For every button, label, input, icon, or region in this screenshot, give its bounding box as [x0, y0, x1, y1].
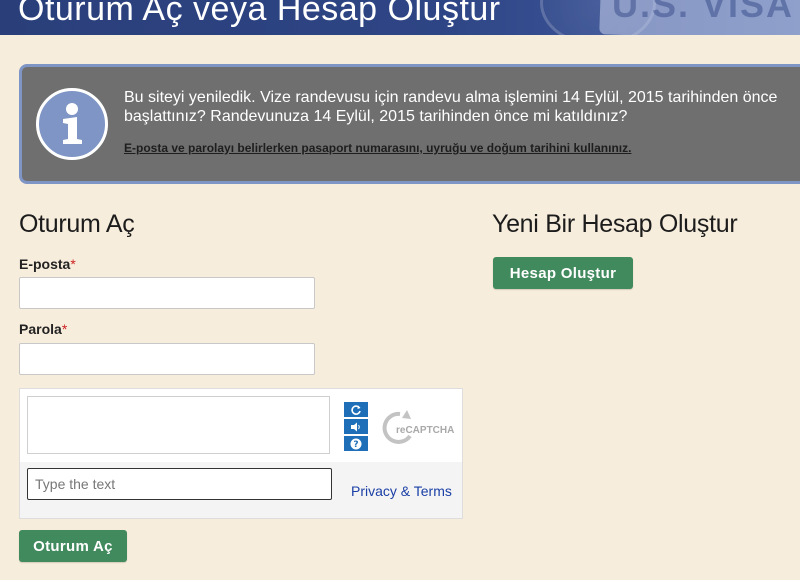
page-header: U.S. VISA Oturum Aç veya Hesap Oluştur [0, 0, 800, 35]
signin-button[interactable]: Oturum Aç [19, 530, 127, 562]
email-label: E-posta* [19, 256, 76, 272]
visa-graphic-text: U.S. VISA [612, 0, 795, 25]
password-field[interactable] [19, 343, 315, 375]
alert-help-link[interactable]: E-posta ve parolayı belirlerken pasaport… [124, 141, 631, 155]
recaptcha-logo: reCAPTCHA [380, 406, 460, 457]
recaptcha-logo-text: reCAPTCHA [396, 425, 454, 436]
refresh-icon[interactable] [344, 402, 368, 417]
info-alert: Bu siteyi yeniledik. Vize randevusu için… [19, 64, 800, 184]
password-label-text: Parola [19, 321, 62, 337]
create-account-button[interactable]: Hesap Oluştur [493, 257, 633, 289]
alert-line-1: Bu siteyi yeniledik. Vize randevusu için… [124, 89, 778, 106]
email-label-text: E-posta [19, 256, 71, 272]
captcha-footer: Privacy & Terms [20, 462, 462, 518]
register-heading: Yeni Bir Hesap Oluştur [492, 210, 738, 238]
captcha-image [27, 396, 330, 454]
help-icon[interactable]: ? [344, 436, 368, 451]
required-mark: * [70, 256, 76, 272]
password-label: Parola* [19, 321, 67, 337]
svg-text:?: ? [353, 440, 358, 450]
signin-heading: Oturum Aç [19, 210, 135, 238]
required-mark: * [61, 321, 68, 337]
email-field[interactable] [19, 277, 315, 309]
captcha-widget: ? reCAPTCHA Privacy & Terms [19, 388, 463, 519]
page-title: Oturum Aç veya Hesap Oluştur [18, 0, 501, 28]
privacy-terms-link[interactable]: Privacy & Terms [351, 483, 452, 499]
captcha-input[interactable] [27, 468, 332, 500]
audio-icon[interactable] [344, 419, 368, 434]
alert-message: Bu siteyi yeniledik. Vize randevusu için… [124, 88, 800, 126]
alert-line-2: başlattınız? Randevunuza 14 Eylül, 2015 … [124, 108, 628, 125]
captcha-tools: ? [344, 402, 370, 453]
info-icon [36, 88, 108, 160]
